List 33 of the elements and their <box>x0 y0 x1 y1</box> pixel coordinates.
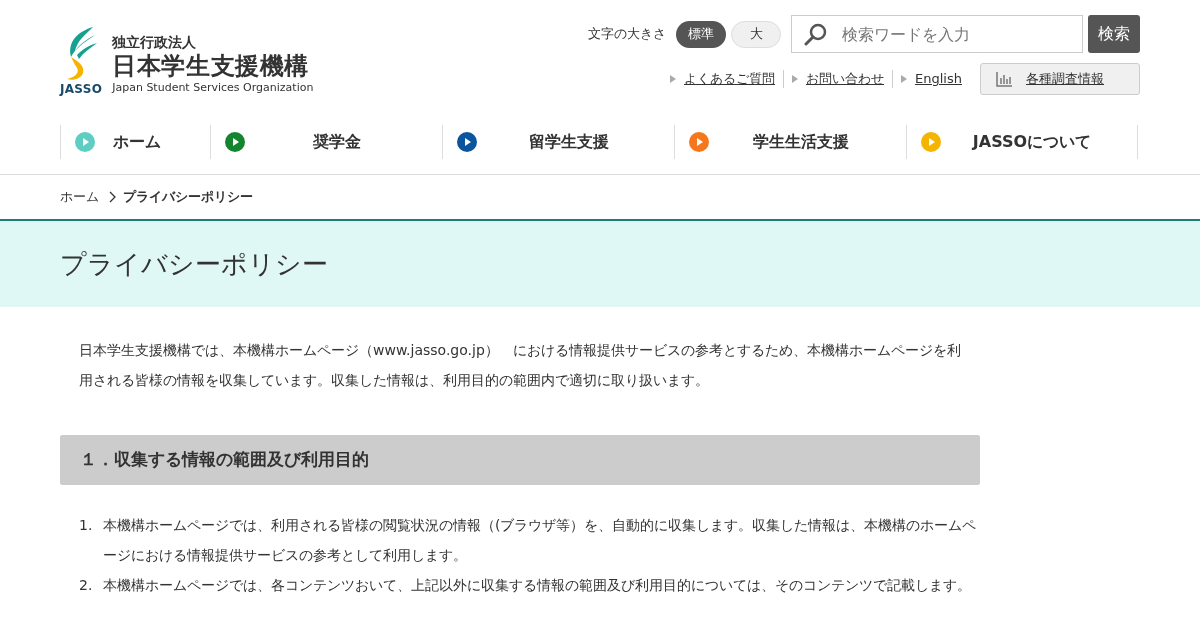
triangle-bullet-icon <box>792 75 799 83</box>
nav-item[interactable]: ホーム <box>60 125 210 159</box>
page-title: プライバシーポリシー <box>60 247 328 281</box>
utility-link[interactable]: よくあるご質問 <box>684 69 776 89</box>
search-button[interactable]: 検索 <box>1088 15 1140 53</box>
utility-link[interactable]: お問い合わせ <box>806 69 885 89</box>
search-icon <box>804 22 828 46</box>
bar-chart-icon <box>996 71 1012 87</box>
triangle-bullet-icon <box>901 75 908 83</box>
logo-english-name: Japan Student Services Organization <box>112 81 314 95</box>
triangle-bullet-icon <box>670 75 677 83</box>
intro-paragraph: 日本学生支援機構では、本機構ホームページ（www.jasso.go.jp） における情報提供サービスの参考とするため、本機構ホームページを利用される皆様の情報を収集しています。収集した情報は、利用目的の範囲内で適切に取り扱います。 <box>78 341 962 390</box>
list-item-text: 本機構ホームページでは、各コンテンツおいて、上記以外に収集する情報の範囲及び利用目的については、そのコンテンツで記載します。 <box>103 576 971 595</box>
font-size-option[interactable]: 大 <box>731 20 781 48</box>
logo-org-name: 日本学生支援機構 <box>112 51 310 82</box>
logo-abbreviation: JASSO <box>60 83 103 95</box>
nav-item[interactable]: 奨学金 <box>210 125 442 159</box>
breadcrumb-item[interactable]: ホーム <box>60 187 99 207</box>
breadcrumb-item: プライバシーポリシー <box>123 188 253 207</box>
nav-item[interactable]: 留学生支援 <box>442 125 674 159</box>
nav-item[interactable]: 学生生活支援 <box>674 125 906 159</box>
list-number: 1. <box>79 516 94 535</box>
list-item-text: 本機構ホームページでは、利用される皆様の閲覧状況の情報（(ブラウザ等）を、自動的に収集します。収集した情報は、本機構のホームページにおける情報提供サービスの参考として利用します。 <box>103 516 978 565</box>
chevron-right-icon <box>109 191 117 203</box>
nav-item[interactable]: JASSOについて <box>906 125 1138 159</box>
utility-link[interactable]: English <box>915 69 962 89</box>
font-size-label: 文字の大きさ <box>588 25 666 44</box>
font-size-option[interactable]: 標準 <box>676 20 726 48</box>
logo-org-type: 独立行政法人 <box>112 33 198 52</box>
list-number: 2. <box>79 576 94 595</box>
search-field[interactable]: 検索ワードを入力 <box>791 15 1083 53</box>
section-heading: １．収集する情報の範囲及び利用目的 <box>60 435 980 485</box>
survey-info-button[interactable]: 各種調査情報 <box>980 63 1140 95</box>
